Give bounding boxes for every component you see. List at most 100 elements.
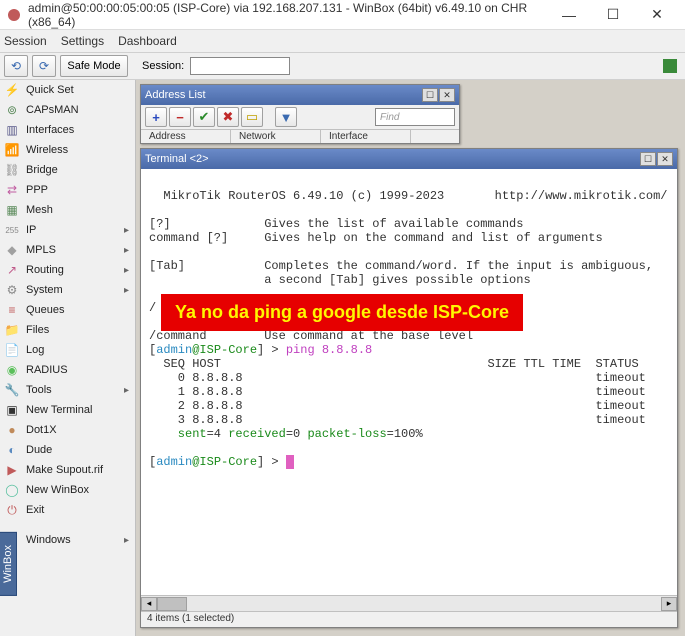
address-headers: Address Network Interface: [141, 129, 459, 143]
sidebar-item-files[interactable]: 📁Files: [0, 320, 135, 340]
sidebar-item-system[interactable]: ⚙System▸: [0, 280, 135, 300]
sidebar-item-label: Windows: [26, 534, 71, 546]
exit-icon: ⏻: [4, 502, 20, 518]
disable-button[interactable]: ✖: [217, 107, 239, 127]
sidebar-item-label: Dot1X: [26, 424, 57, 436]
sidebar-item-label: CAPsMAN: [26, 104, 79, 116]
maximize-button[interactable]: ☐: [591, 1, 635, 29]
col-network[interactable]: Network: [231, 130, 321, 143]
status-bar: 4 items (1 selected): [141, 611, 677, 627]
minimize-button[interactable]: —: [547, 1, 591, 29]
sidebar-item-label: Interfaces: [26, 124, 74, 136]
sidebar-item-quick-set[interactable]: ⚡ Quick Set: [0, 80, 135, 100]
menu-dashboard[interactable]: Dashboard: [118, 34, 177, 48]
address-list-title: Address List: [145, 89, 206, 101]
mpls-icon: ◆: [4, 242, 20, 258]
menu-session[interactable]: Session: [4, 34, 47, 48]
routing-icon: ↗: [4, 262, 20, 278]
sidebar-item-exit[interactable]: ⏻ Exit: [0, 500, 135, 520]
sidebar-item-label: Files: [26, 324, 49, 336]
sidebar-item-label: New Terminal: [26, 404, 92, 416]
terminal-hscrollbar[interactable]: ◂ ▸: [141, 595, 677, 611]
title-bar: admin@50:00:00:05:00:05 (ISP-Core) via 1…: [0, 0, 685, 30]
ip-icon: 255: [4, 222, 20, 238]
terminal-body[interactable]: MikroTik RouterOS 6.49.10 (c) 1999-2023 …: [141, 169, 677, 595]
title-text: admin@50:00:00:05:00:05 (ISP-Core) via 1…: [28, 1, 547, 29]
sidebar-item-label: Tools: [26, 384, 52, 396]
annotation-overlay: Ya no da ping a google desde ISP-Core: [161, 294, 523, 331]
menu-bar: Session Settings Dashboard: [0, 30, 685, 52]
scroll-left-icon[interactable]: ◂: [141, 597, 157, 611]
sidebar-item-log[interactable]: 📄Log: [0, 340, 135, 360]
sidebar-item-dot1x[interactable]: ● Dot1X: [0, 420, 135, 440]
terminal-title-bar[interactable]: Terminal <2> ☐ ✕: [141, 149, 677, 169]
session-label: Session:: [142, 60, 184, 72]
safe-mode-button[interactable]: Safe Mode: [60, 55, 128, 77]
sidebar-item-routing[interactable]: ↗Routing▸: [0, 260, 135, 280]
sidebar-item-label: PPP: [26, 184, 48, 196]
filter-button[interactable]: ▼: [275, 107, 297, 127]
sidebar-item-windows[interactable]: ▣ Windows ▸: [0, 530, 135, 550]
sidebar-item-interfaces[interactable]: ▥ Interfaces: [0, 120, 135, 140]
comment-button[interactable]: ▭: [241, 107, 263, 127]
address-list-window: Address List ☐ ✕ + − ✔ ✖ ▭ ▼ Find Addres…: [140, 84, 460, 144]
scroll-right-icon[interactable]: ▸: [661, 597, 677, 611]
add-button[interactable]: +: [145, 107, 167, 127]
redo-button[interactable]: ⟳: [32, 55, 56, 77]
address-list-title-bar[interactable]: Address List ☐ ✕: [141, 85, 459, 105]
system-icon: ⚙: [4, 282, 20, 298]
ppp-icon: ⇄: [4, 182, 20, 198]
chevron-right-icon: ▸: [124, 225, 131, 236]
find-input[interactable]: Find: [375, 108, 455, 126]
term-max-button[interactable]: ☐: [640, 152, 656, 166]
log-icon: 📄: [4, 342, 20, 358]
sidebar-item-ip[interactable]: 255 IP ▸: [0, 220, 135, 240]
menu-settings[interactable]: Settings: [61, 34, 104, 48]
sidebar-item-label: Queues: [26, 304, 65, 316]
status-indicator: [663, 59, 677, 73]
col-address[interactable]: Address: [141, 130, 231, 143]
sidebar-item-mesh[interactable]: ▦Mesh: [0, 200, 135, 220]
sidebar-item-new-winbox[interactable]: ◯New WinBox: [0, 480, 135, 500]
chevron-right-icon: ▸: [124, 245, 131, 256]
sidebar-item-label: Exit: [26, 504, 44, 516]
terminal-title: Terminal <2>: [145, 153, 209, 165]
interfaces-icon: ▥: [4, 122, 20, 138]
terminal-window: Terminal <2> ☐ ✕ MikroTik RouterOS 6.49.…: [140, 148, 678, 628]
capsman-icon: ⊚: [4, 102, 20, 118]
sidebar-item-radius[interactable]: ◉RADIUS: [0, 360, 135, 380]
winbox-tab[interactable]: WinBox: [0, 532, 17, 596]
addr-close-button[interactable]: ✕: [439, 88, 455, 102]
chevron-right-icon: ▸: [124, 265, 131, 276]
session-input[interactable]: [190, 57, 290, 75]
enable-button[interactable]: ✔: [193, 107, 215, 127]
sidebar-item-label: Quick Set: [26, 84, 74, 96]
chevron-right-icon: ▸: [124, 535, 131, 546]
sidebar-item-label: Wireless: [26, 144, 68, 156]
cursor: [286, 455, 294, 469]
sidebar-item-tools[interactable]: 🔧Tools▸: [0, 380, 135, 400]
sidebar-item-mpls[interactable]: ◆ MPLS ▸: [0, 240, 135, 260]
addr-max-button[interactable]: ☐: [422, 88, 438, 102]
main-toolbar: ⟲ ⟳ Safe Mode Session:: [0, 52, 685, 80]
chevron-right-icon: ▸: [124, 385, 131, 396]
sidebar-item-bridge[interactable]: ⛓Bridge: [0, 160, 135, 180]
sidebar-item-label: IP: [26, 224, 36, 236]
sidebar-item-new-terminal[interactable]: ▣New Terminal: [0, 400, 135, 420]
sidebar-item-capsman[interactable]: ⊚ CAPsMAN: [0, 100, 135, 120]
remove-button[interactable]: −: [169, 107, 191, 127]
term-close-button[interactable]: ✕: [657, 152, 673, 166]
undo-button[interactable]: ⟲: [4, 55, 28, 77]
close-button[interactable]: ✕: [635, 1, 679, 29]
dot1x-icon: ●: [4, 422, 20, 438]
sidebar-item-ppp[interactable]: ⇄ PPP: [0, 180, 135, 200]
col-interface[interactable]: Interface: [321, 130, 411, 143]
sidebar-item-wireless[interactable]: 📶Wireless: [0, 140, 135, 160]
new-winbox-icon: ◯: [4, 482, 20, 498]
quick-set-icon: ⚡: [4, 82, 20, 98]
sidebar-item-label: MPLS: [26, 244, 56, 256]
sidebar-item-queues[interactable]: ≡Queues: [0, 300, 135, 320]
sidebar-item-make-supout-rif[interactable]: ▶Make Supout.rif: [0, 460, 135, 480]
scroll-thumb[interactable]: [157, 597, 187, 611]
sidebar-item-dude[interactable]: ◐Dude: [0, 440, 135, 460]
